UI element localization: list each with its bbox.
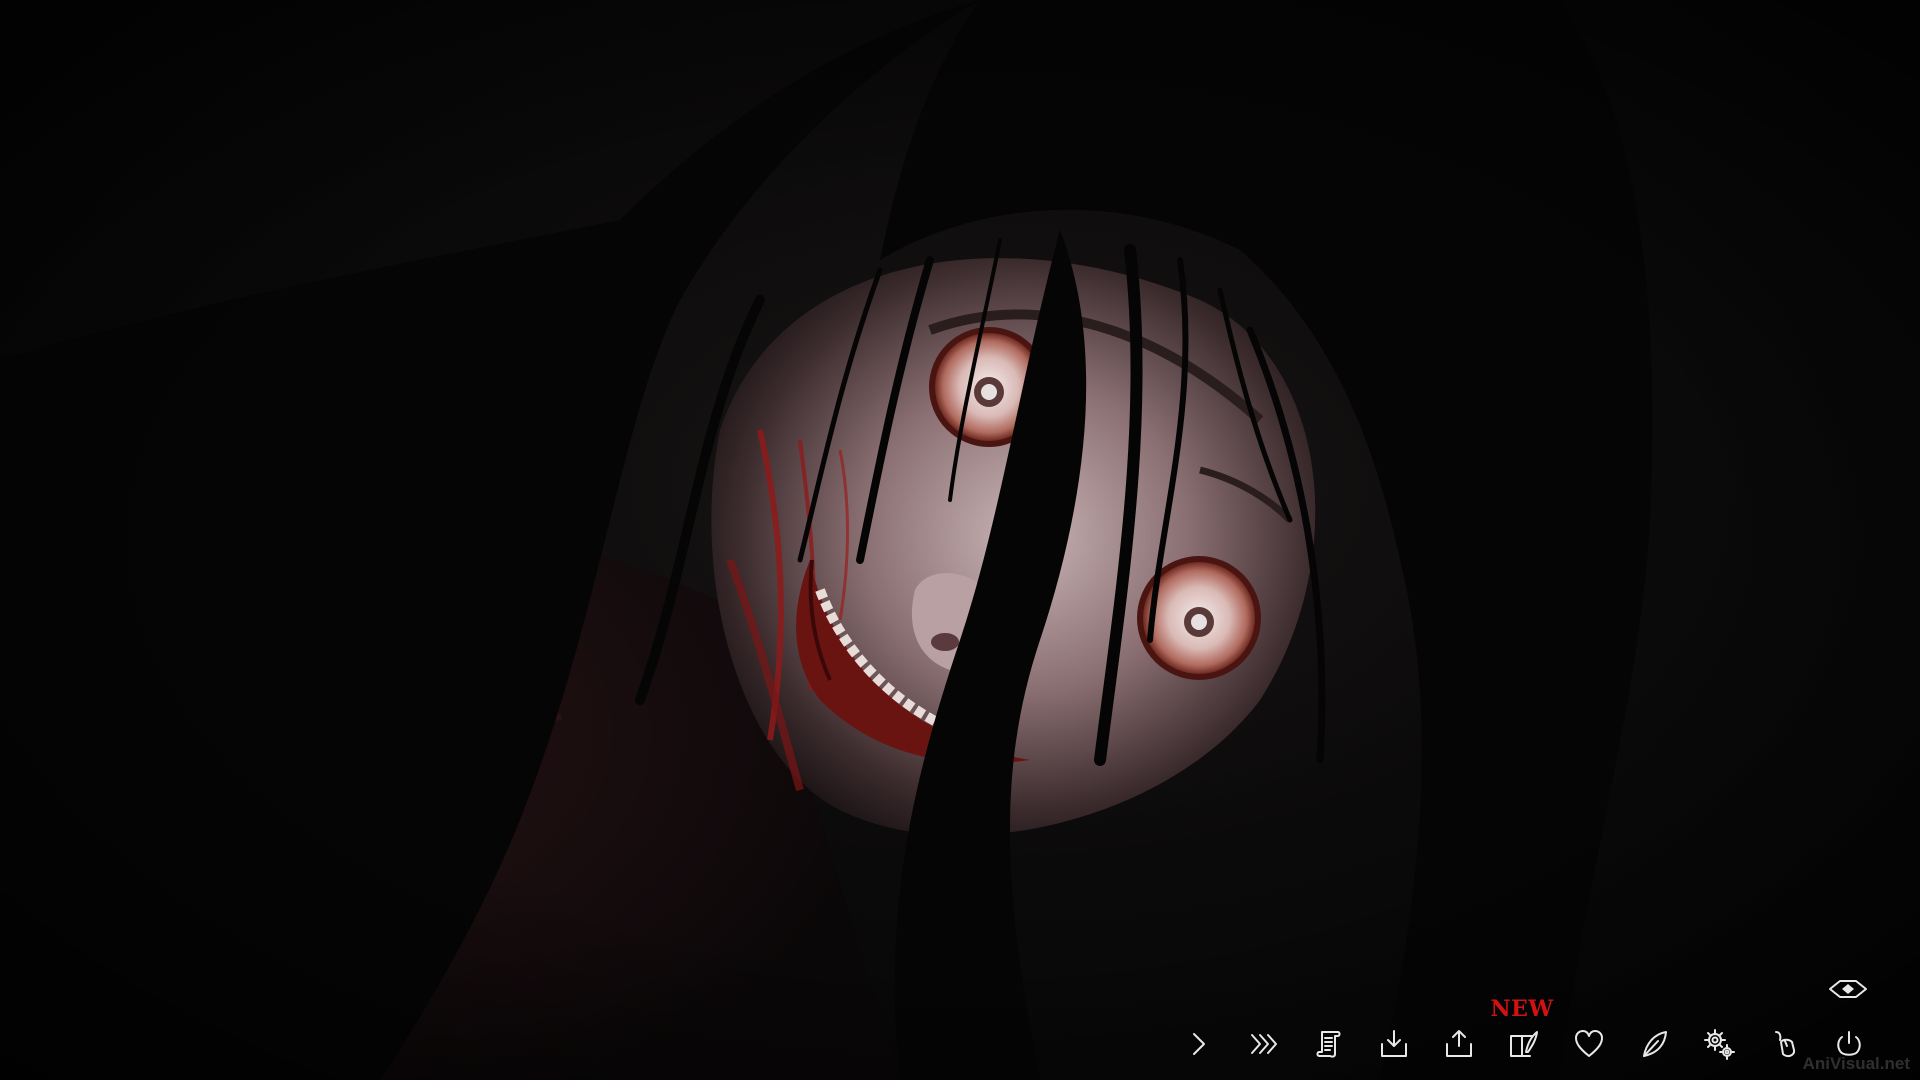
save-button[interactable] <box>1371 1016 1417 1070</box>
next-button[interactable] <box>1176 1016 1222 1070</box>
extras-button[interactable] <box>1501 1016 1547 1070</box>
journal-button[interactable] <box>1631 1016 1677 1070</box>
load-button[interactable] <box>1436 1016 1482 1070</box>
leaf-icon <box>1643 1031 1667 1057</box>
settings-button[interactable] <box>1696 1016 1742 1070</box>
gears-icon <box>1704 1029 1735 1060</box>
hide-ui-button[interactable] <box>1826 976 1870 1002</box>
chevron-right-icon <box>1193 1033 1205 1055</box>
backlog-button[interactable] <box>1306 1016 1352 1070</box>
skip-button[interactable] <box>1241 1016 1287 1070</box>
hide-ui-icon <box>1829 980 1867 998</box>
watermark: AniVisual.net <box>1802 1054 1910 1073</box>
toolbar <box>1176 1016 1876 1072</box>
favorite-button[interactable] <box>1566 1016 1612 1070</box>
mouse-icon <box>1775 1031 1796 1058</box>
mouse-button[interactable] <box>1761 1016 1807 1070</box>
download-tray-icon <box>1381 1030 1407 1057</box>
upload-tray-icon <box>1446 1030 1472 1057</box>
book-quill-icon <box>1510 1031 1538 1057</box>
double-chevron-right-icon <box>1251 1034 1277 1054</box>
heart-icon <box>1575 1030 1603 1057</box>
horror-character-artwork <box>0 0 1920 1080</box>
game-screen[interactable]: NEW AniVisual.net <box>0 0 1920 1080</box>
scroll-icon <box>1316 1031 1341 1058</box>
